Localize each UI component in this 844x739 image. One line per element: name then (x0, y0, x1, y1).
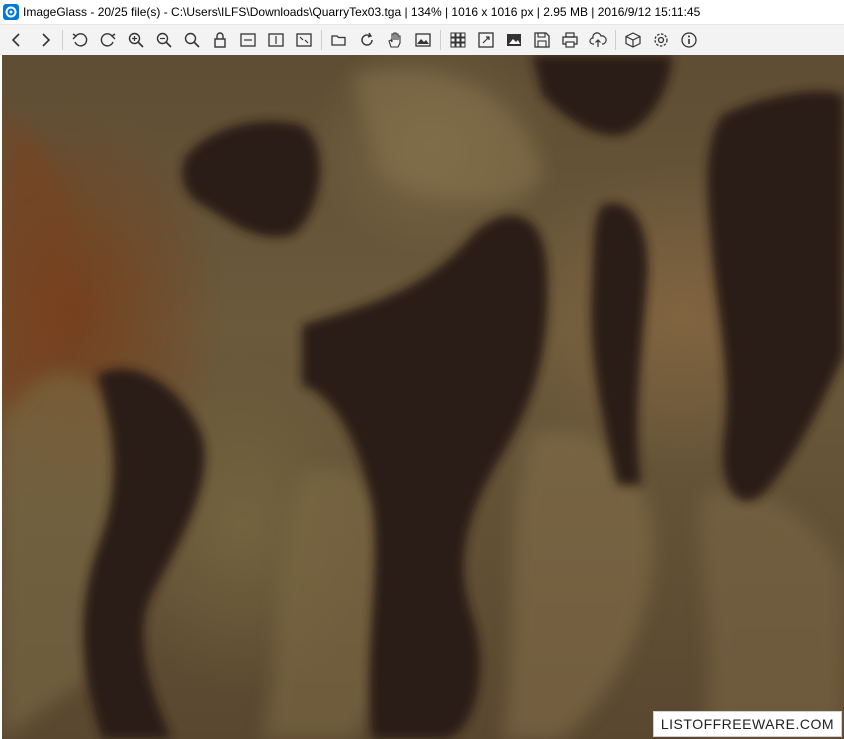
zoom-out-button[interactable] (150, 26, 178, 54)
rotate-left-icon (72, 33, 88, 47)
save-icon (534, 32, 550, 48)
imageglass-app-icon[interactable] (3, 4, 19, 20)
actual-size-icon (184, 32, 200, 48)
zoom-in-icon (128, 32, 144, 48)
slideshow-button[interactable] (500, 26, 528, 54)
settings-gear-icon (654, 33, 668, 47)
print-button[interactable] (556, 26, 584, 54)
rotate-left-button[interactable] (66, 26, 94, 54)
settings-button[interactable] (647, 26, 675, 54)
fullscreen-icon (478, 32, 494, 48)
extensions-button[interactable] (619, 26, 647, 54)
extension-box-icon (625, 32, 641, 48)
checkerboard-button[interactable] (444, 26, 472, 54)
image-viewer[interactable]: LISTOFFREEWARE.COM (0, 55, 844, 739)
slideshow-icon (507, 34, 521, 46)
auto-zoom-icon (296, 33, 312, 47)
go-to-image-button[interactable] (381, 26, 409, 54)
window-title: ImageGlass - 20/25 file(s) - C:\Users\IL… (23, 5, 701, 19)
auto-zoom-button[interactable] (290, 26, 318, 54)
rotate-right-icon (100, 33, 116, 47)
print-icon (562, 32, 578, 48)
toolbar-separator (62, 30, 63, 50)
scale-height-button[interactable] (262, 26, 290, 54)
open-file-button[interactable] (325, 26, 353, 54)
info-icon (681, 32, 697, 48)
refresh-icon (361, 32, 373, 46)
pan-hand-icon (388, 32, 401, 48)
title-bar: ImageGlass - 20/25 file(s) - C:\Users\IL… (0, 0, 844, 24)
zoom-out-icon (156, 32, 172, 48)
open-folder-icon (331, 35, 346, 46)
upload-icon (589, 32, 607, 47)
scale-width-icon (240, 33, 256, 47)
texture-shapes (2, 55, 844, 739)
lock-zoom-button[interactable] (206, 26, 234, 54)
thumbnail-icon (415, 33, 431, 47)
toolbar-separator (615, 30, 616, 50)
zoom-in-button[interactable] (122, 26, 150, 54)
toolbar (0, 24, 844, 55)
thumbnail-button[interactable] (409, 26, 437, 54)
next-image-button[interactable] (31, 26, 59, 54)
scale-width-button[interactable] (234, 26, 262, 54)
refresh-button[interactable] (353, 26, 381, 54)
chevron-right-icon (42, 33, 51, 47)
full-screen-button[interactable] (472, 26, 500, 54)
previous-image-button[interactable] (3, 26, 31, 54)
rotate-right-button[interactable] (94, 26, 122, 54)
toolbar-separator (321, 30, 322, 50)
about-button[interactable] (675, 26, 703, 54)
grid-icon (450, 32, 466, 48)
save-button[interactable] (528, 26, 556, 54)
toolbar-separator (440, 30, 441, 50)
actual-size-button[interactable] (178, 26, 206, 54)
scale-height-icon (268, 33, 284, 47)
upload-button[interactable] (584, 26, 612, 54)
quarry-texture-image (2, 55, 844, 739)
watermark-badge: LISTOFFREEWARE.COM (652, 711, 842, 737)
chevron-left-icon (11, 33, 20, 47)
lock-zoom-icon (214, 32, 226, 48)
